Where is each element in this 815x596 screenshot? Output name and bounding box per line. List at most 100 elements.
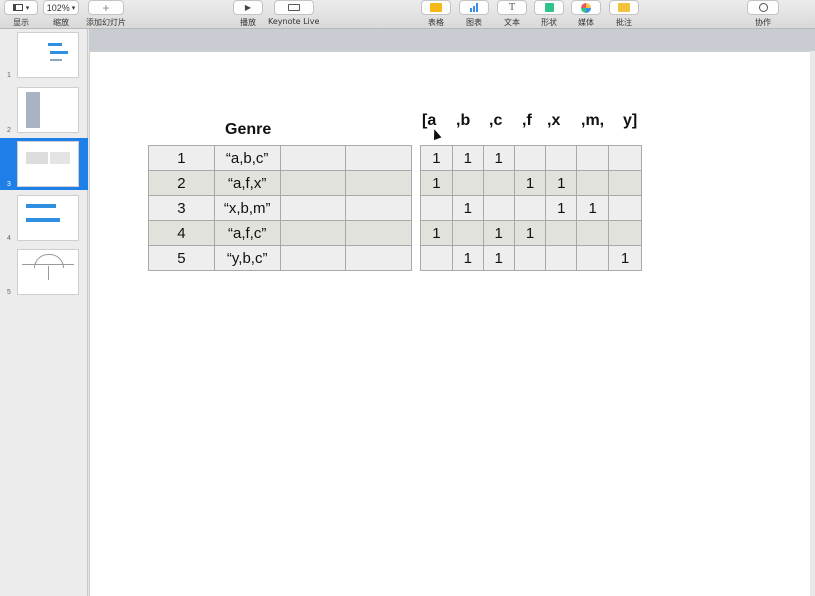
table-cell[interactable]	[345, 245, 412, 271]
table-cell[interactable]: 1	[420, 220, 453, 246]
slide-thumbnail-5[interactable]: 5	[0, 246, 88, 298]
shape-label: 形状	[541, 18, 557, 27]
slide-thumbnail-4[interactable]: 4	[0, 192, 88, 244]
table-cell[interactable]	[608, 220, 642, 246]
table-cell[interactable]	[345, 220, 412, 246]
table-cell[interactable]	[513, 195, 547, 221]
zoom-control[interactable]: 102% ▾ 缩放	[43, 0, 79, 28]
slide-number: 4	[7, 235, 11, 242]
collaborate-control[interactable]: 协作	[747, 0, 779, 28]
table-cell[interactable]	[482, 170, 515, 196]
table-button[interactable]	[421, 0, 451, 15]
table-cell[interactable]: 1	[420, 145, 453, 171]
table-cell[interactable]: 1	[545, 170, 578, 196]
play-icon: ▶	[244, 3, 252, 12]
table-cell[interactable]: “a,f,x”	[213, 170, 281, 196]
slide-thumbnail-1[interactable]: 1	[0, 29, 88, 81]
view-control[interactable]: ▾ 显示	[4, 0, 38, 28]
table-cell[interactable]: 1	[148, 145, 215, 171]
table-cell[interactable]	[513, 145, 547, 171]
play-control[interactable]: ▶ 播放	[233, 0, 263, 28]
scrollbar[interactable]	[810, 51, 815, 596]
table-cell[interactable]	[279, 195, 347, 221]
table-cell[interactable]: 1	[576, 195, 610, 221]
table-cell[interactable]	[420, 245, 453, 271]
canvas-background	[89, 29, 815, 51]
table-cell[interactable]: 1	[482, 220, 515, 246]
table-control[interactable]: 表格	[421, 0, 451, 28]
shape-control[interactable]: 形状	[534, 0, 564, 28]
slide-thumbnail-3[interactable]: 3	[0, 138, 88, 190]
table-cell[interactable]: 1	[451, 145, 484, 171]
add-slide-button[interactable]: +	[88, 0, 124, 15]
slide-thumbnail-2[interactable]: 2	[0, 84, 88, 136]
keynote-live-control[interactable]: Keynote Live	[268, 0, 319, 26]
table-cell[interactable]: “a,f,c”	[213, 220, 281, 246]
collaborate-label: 协作	[755, 18, 771, 27]
table-cell[interactable]	[576, 245, 610, 271]
table-cell[interactable]: “a,b,c”	[213, 145, 281, 171]
table-cell[interactable]: 5	[148, 245, 215, 271]
table-cell[interactable]	[545, 220, 578, 246]
table-cell[interactable]	[279, 145, 347, 171]
comment-button[interactable]	[609, 0, 639, 15]
table-cell[interactable]	[279, 170, 347, 196]
table-cell[interactable]	[482, 195, 515, 221]
table-cell[interactable]: 1	[513, 170, 547, 196]
keynote-live-button[interactable]	[273, 0, 314, 15]
feature-table[interactable]: 111111111111111	[420, 145, 642, 271]
add-slide-label: 添加幻灯片	[86, 18, 126, 27]
table-cell[interactable]: 4	[148, 220, 215, 246]
table-cell[interactable]: 1	[482, 245, 515, 271]
table-cell[interactable]	[608, 170, 642, 196]
shape-icon	[544, 3, 554, 12]
table-cell[interactable]: “y,b,c”	[213, 245, 281, 271]
comment-control[interactable]: 批注	[609, 0, 639, 28]
table-label: 表格	[428, 18, 444, 27]
table-cell[interactable]	[545, 245, 578, 271]
media-control[interactable]: 媒体	[571, 0, 601, 28]
slide-canvas[interactable]	[89, 51, 810, 596]
table-cell[interactable]: “x,b,m”	[213, 195, 281, 221]
table-cell[interactable]	[576, 170, 610, 196]
table-cell[interactable]: 1	[513, 220, 547, 246]
table-cell[interactable]: 1	[420, 170, 453, 196]
table-cell[interactable]	[345, 170, 412, 196]
table-cell[interactable]	[576, 145, 610, 171]
media-button[interactable]	[571, 0, 601, 15]
table-cell[interactable]	[279, 245, 347, 271]
table-cell[interactable]	[451, 220, 484, 246]
table-cell[interactable]: 2	[148, 170, 215, 196]
collaborate-button[interactable]	[747, 0, 779, 15]
thumbnail-preview	[17, 87, 79, 133]
text-button[interactable]: T	[497, 0, 527, 15]
text-icon: T	[508, 2, 516, 13]
thumbnail-preview	[17, 195, 79, 241]
table-cell[interactable]	[420, 195, 453, 221]
chart-button[interactable]	[459, 0, 489, 15]
table-cell[interactable]	[513, 245, 547, 271]
table-cell[interactable]	[608, 195, 642, 221]
table-cell[interactable]	[451, 170, 484, 196]
table-cell[interactable]	[345, 145, 412, 171]
text-control[interactable]: T 文本	[497, 0, 527, 28]
table-cell[interactable]: 1	[451, 195, 484, 221]
view-button[interactable]: ▾	[4, 0, 38, 15]
table-cell[interactable]: 1	[608, 245, 642, 271]
genre-table[interactable]: 1 “a,b,c” 2 “a,f,x” 3 “x,b,m” 4 “a,f,c” 5 “y,b,c”	[148, 145, 412, 271]
table-cell[interactable]: 1	[451, 245, 484, 271]
table-cell[interactable]	[345, 195, 412, 221]
table-cell[interactable]: 3	[148, 195, 215, 221]
add-slide-control[interactable]: + 添加幻灯片	[86, 0, 126, 28]
table-cell[interactable]: 1	[482, 145, 515, 171]
table-cell[interactable]	[576, 220, 610, 246]
table-cell[interactable]: 1	[545, 195, 578, 221]
chart-control[interactable]: 图表	[459, 0, 489, 28]
comment-icon	[618, 3, 630, 12]
table-cell[interactable]	[545, 145, 578, 171]
shape-button[interactable]	[534, 0, 564, 15]
zoom-select[interactable]: 102% ▾	[43, 0, 79, 15]
table-cell[interactable]	[279, 220, 347, 246]
table-cell[interactable]	[608, 145, 642, 171]
play-button[interactable]: ▶	[233, 0, 263, 15]
